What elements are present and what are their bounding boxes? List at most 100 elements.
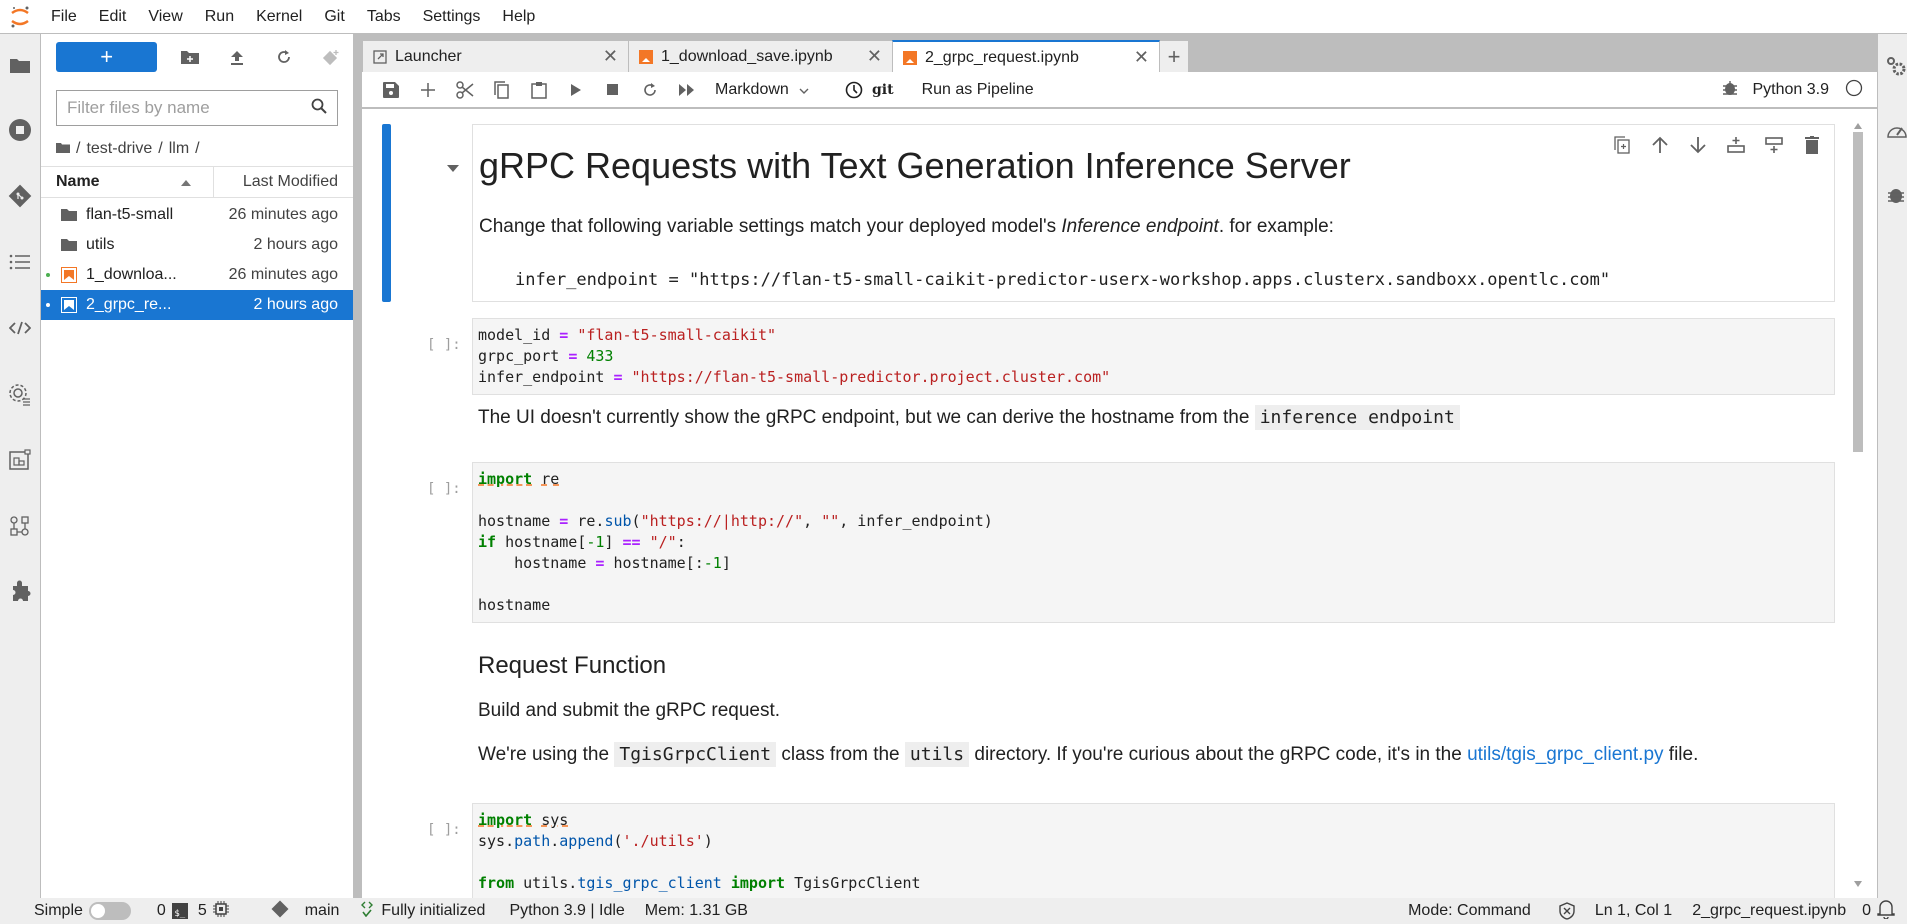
close-icon[interactable]: ✕ (867, 46, 882, 67)
file-filter-input[interactable] (67, 98, 311, 118)
file-item-1-download-save[interactable]: 1_downloa... 26 minutes ago (41, 260, 353, 290)
utils-file-link[interactable]: utils/tgis_grpc_client.py (1467, 744, 1663, 765)
trust-shield-icon[interactable] (1559, 902, 1575, 920)
scrollbar-thumb[interactable] (1853, 132, 1863, 452)
menu-git[interactable]: Git (313, 0, 355, 34)
new-launcher-button[interactable]: + (56, 42, 158, 72)
code-token: sys. (478, 832, 515, 850)
new-tab-button[interactable]: + (1159, 40, 1189, 72)
debugger-icon[interactable] (1888, 186, 1904, 209)
code-token: append (559, 832, 614, 850)
tab-2-grpc-request[interactable]: 2_grpc_request.ipynb ✕ (892, 40, 1160, 73)
insert-cell-icon[interactable] (409, 72, 446, 108)
tab-launcher[interactable]: Launcher ✕ (362, 40, 629, 72)
running-sessions-icon[interactable] (8, 118, 32, 142)
cell-prompt: [ ]: (427, 822, 461, 838)
code-token: utils. (514, 874, 578, 892)
menu-kernel[interactable]: Kernel (245, 0, 313, 34)
code-cell-variables[interactable]: model_id = "flan-t5-small-caikit" grpc_p… (472, 318, 1835, 395)
move-up-icon[interactable] (1648, 133, 1672, 157)
example-code-block: infer_endpoint = "https://flan-t5-small-… (515, 270, 1611, 290)
cell-type-dropdown[interactable]: Markdown (715, 81, 835, 99)
extension-manager-icon[interactable] (8, 580, 32, 604)
kernel-status[interactable]: Python 3.9 | Idle (509, 902, 624, 920)
scroll-down-arrow-icon[interactable] (1854, 874, 1862, 892)
cursor-position-text: Ln 1, Col 1 (1594, 902, 1673, 919)
code-cell-import-client[interactable]: import sys sys.path.append('./utils') fr… (472, 803, 1835, 898)
property-inspector-icon[interactable] (1886, 56, 1907, 83)
restart-kernel-icon[interactable] (631, 72, 668, 108)
restart-run-all-icon[interactable] (668, 72, 705, 108)
notebook-toolbar: Markdown git Run as Pipeline Python 3.9 (362, 72, 1877, 108)
column-header-name[interactable]: Name (41, 167, 214, 197)
simple-mode-label: Simple (34, 902, 83, 919)
menu-edit[interactable]: Edit (88, 0, 138, 34)
move-down-icon[interactable] (1686, 133, 1710, 157)
file-item-flan-t5-small[interactable]: flan-t5-small 26 minutes ago (41, 200, 353, 230)
menu-view[interactable]: View (137, 0, 193, 34)
file-filter-field[interactable] (56, 90, 338, 126)
menu-settings[interactable]: Settings (412, 0, 492, 34)
panel-splitter[interactable] (353, 34, 362, 898)
duplicate-cell-icon[interactable] (1610, 133, 1634, 157)
file-item-utils[interactable]: utils 2 hours ago (41, 230, 353, 260)
markdown-cell-hostname[interactable]: The UI doesn't currently show the gRPC e… (472, 405, 1835, 430)
simple-mode-switch[interactable] (88, 902, 131, 920)
debugger-icon[interactable] (1722, 80, 1737, 101)
menu-file[interactable]: File (40, 0, 88, 34)
save-icon[interactable] (372, 72, 409, 108)
menu-run[interactable]: Run (194, 0, 245, 34)
component-catalog-icon[interactable] (8, 448, 32, 472)
collapse-heading-icon[interactable] (447, 160, 459, 178)
cursor-position[interactable]: Ln 1, Col 1 (1595, 902, 1672, 920)
code-token: hostname (478, 554, 596, 572)
kernels-count[interactable]: 5 (198, 900, 229, 922)
run-as-pipeline-button[interactable]: Run as Pipeline (922, 81, 1034, 99)
column-header-modified[interactable]: Last Modified (214, 167, 353, 197)
breadcrumb-llm[interactable]: llm (169, 140, 189, 158)
code-token: re. (568, 512, 605, 530)
runtimes-settings-icon[interactable] (8, 382, 32, 406)
notifications[interactable]: 0 (1862, 899, 1895, 924)
kernel-name[interactable]: Python 3.9 (1753, 81, 1830, 99)
delete-cell-icon[interactable] (1800, 133, 1824, 157)
paste-icon[interactable] (520, 72, 557, 108)
simple-mode-toggle[interactable]: Simple (34, 902, 131, 920)
cut-icon[interactable] (446, 72, 483, 108)
md-paragraph: Build and submit the gRPC request. (478, 700, 781, 721)
git-branch[interactable]: main (271, 900, 339, 923)
table-of-contents-icon[interactable] (8, 250, 32, 274)
pipeline-editor-icon[interactable] (8, 514, 32, 538)
run-icon[interactable] (557, 72, 594, 108)
terminals-count[interactable]: 0 $_ (157, 902, 188, 920)
folder-icon[interactable] (8, 53, 32, 77)
file-item-2-grpc-request[interactable]: 2_grpc_re... 2 hours ago (41, 290, 353, 320)
tab-1-download-save[interactable]: 1_download_save.ipynb ✕ (628, 40, 893, 72)
git-icon[interactable] (8, 184, 32, 208)
menu-tabs[interactable]: Tabs (356, 0, 412, 34)
refresh-icon[interactable] (271, 42, 296, 72)
git-diff-button[interactable]: git (872, 82, 894, 98)
notebook-icon (639, 49, 653, 64)
menu-help[interactable]: Help (491, 0, 546, 34)
code-snippets-icon[interactable] (8, 316, 32, 340)
insert-above-icon[interactable] (1724, 133, 1748, 157)
copy-icon[interactable] (483, 72, 520, 108)
history-clock-icon[interactable] (835, 72, 872, 108)
launcher-icon (373, 49, 387, 64)
stop-icon[interactable] (594, 72, 631, 108)
git-clone-icon[interactable] (318, 42, 343, 72)
close-icon[interactable]: ✕ (1134, 47, 1149, 68)
lsp-status[interactable]: Fully initialized (359, 901, 485, 922)
resource-usage-gauge-icon[interactable] (1886, 120, 1907, 145)
notebook-scrollbar[interactable] (1851, 114, 1865, 894)
breadcrumb-test-drive[interactable]: test-drive (86, 140, 152, 158)
markdown-cell-heading[interactable]: gRPC Requests with Text Generation Infer… (472, 124, 1835, 302)
home-folder-icon[interactable] (56, 140, 70, 158)
upload-icon[interactable] (224, 42, 249, 72)
new-folder-icon[interactable] (177, 42, 202, 72)
insert-below-icon[interactable] (1762, 133, 1786, 157)
code-cell-hostname[interactable]: import re hostname = re.sub("https://|ht… (472, 462, 1835, 623)
close-icon[interactable]: ✕ (603, 46, 618, 67)
markdown-cell-request-function[interactable]: Request Function Build and submit the gR… (472, 652, 1835, 767)
